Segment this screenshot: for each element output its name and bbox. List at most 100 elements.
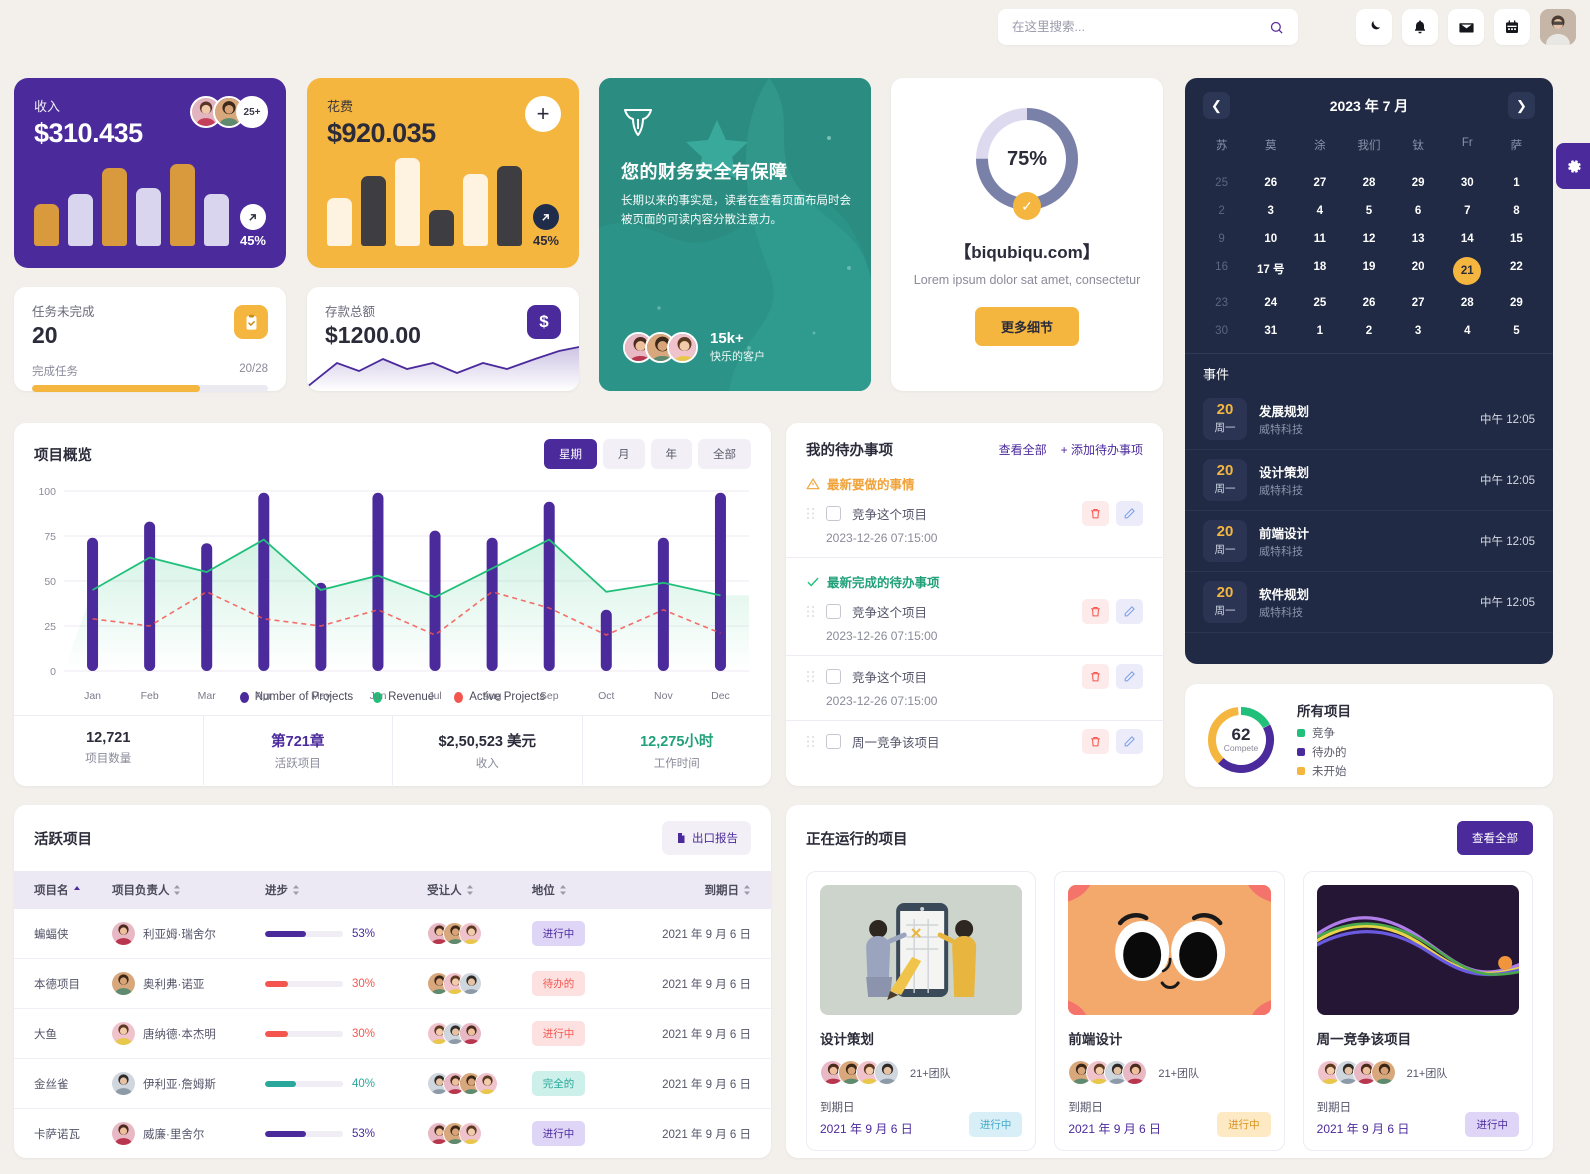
todo-delete-button[interactable] xyxy=(1082,729,1109,754)
calendar-day[interactable]: 29 xyxy=(1492,289,1541,317)
calendar-day[interactable]: 18 xyxy=(1295,253,1344,289)
calendar-day[interactable]: 29 xyxy=(1394,169,1443,197)
drag-handle-icon[interactable] xyxy=(806,605,815,618)
calendar-day[interactable]: 14 xyxy=(1443,225,1492,253)
calendar-day[interactable]: 17 号 xyxy=(1246,253,1295,289)
event-item[interactable]: 20 周一 软件规划 威特科技 中午 12:05 xyxy=(1185,572,1553,633)
calendar-day[interactable]: 22 xyxy=(1492,253,1541,289)
range-button-星期[interactable]: 星期 xyxy=(544,439,597,469)
todo-edit-button[interactable] xyxy=(1116,729,1143,754)
chevron-right-icon[interactable]: ❯ xyxy=(1507,92,1535,119)
export-report-button[interactable]: 出口报告 xyxy=(662,821,751,855)
gear-icon[interactable] xyxy=(1556,143,1590,189)
calendar-day[interactable]: 25 xyxy=(1197,169,1246,197)
running-project-card[interactable]: 前端设计 21+团队 到期日 2021 年 9 月 6 日 进行中 xyxy=(1054,871,1285,1151)
calendar-day[interactable]: 19 xyxy=(1344,253,1393,289)
avatar[interactable] xyxy=(1540,9,1576,45)
calendar-day[interactable]: 3 xyxy=(1394,317,1443,345)
search-icon[interactable] xyxy=(1269,20,1284,35)
drag-handle-icon[interactable] xyxy=(806,507,815,520)
todo-view-all-link[interactable]: 查看全部 xyxy=(999,441,1047,458)
calendar-day[interactable]: 11 xyxy=(1295,225,1344,253)
calendar-day[interactable]: 24 xyxy=(1246,289,1295,317)
table-column-5[interactable]: 到期日 xyxy=(611,871,771,909)
calendar-day[interactable]: 27 xyxy=(1295,169,1344,197)
calendar-day[interactable]: 4 xyxy=(1295,197,1344,225)
calendar-today[interactable]: 21 xyxy=(1453,257,1482,285)
calendar-day[interactable]: 25 xyxy=(1295,289,1344,317)
range-button-全部[interactable]: 全部 xyxy=(698,439,751,469)
table-column-3[interactable]: 受让人 xyxy=(427,871,532,909)
calendar-day[interactable]: 13 xyxy=(1394,225,1443,253)
calendar-day[interactable]: 28 xyxy=(1344,169,1393,197)
calendar-day[interactable]: 30 xyxy=(1443,169,1492,197)
calendar-day[interactable]: 28 xyxy=(1443,289,1492,317)
calendar-day[interactable]: 5 xyxy=(1492,317,1541,345)
calendar-day[interactable]: 16 xyxy=(1197,253,1246,289)
calendar-day[interactable]: 8 xyxy=(1492,197,1541,225)
bell-icon[interactable] xyxy=(1402,9,1438,45)
calendar-day[interactable]: 9 xyxy=(1197,225,1246,253)
calendar-day[interactable]: 21 xyxy=(1443,253,1492,289)
table-row[interactable]: 卡萨诺瓦 威廉·里舍尔 53% 进行中 2021 年 9 月 6 日 xyxy=(14,1109,771,1159)
calendar-day[interactable]: 1 xyxy=(1492,169,1541,197)
todo-add-link[interactable]: + 添加待办事项 xyxy=(1061,441,1143,458)
revenue-avatars[interactable]: 25+ xyxy=(190,96,268,128)
event-item[interactable]: 20 周一 前端设计 威特科技 中午 12:05 xyxy=(1185,511,1553,572)
todo-item[interactable]: 竞争这个项目 xyxy=(786,656,1163,689)
calendar-day[interactable]: 2 xyxy=(1197,197,1246,225)
calendar-day[interactable]: 3 xyxy=(1246,197,1295,225)
calendar-day[interactable]: 26 xyxy=(1246,169,1295,197)
todo-checkbox[interactable] xyxy=(826,669,841,684)
search-input[interactable] xyxy=(1012,20,1269,34)
todo-checkbox[interactable] xyxy=(826,604,841,619)
todo-delete-button[interactable] xyxy=(1082,501,1109,526)
calendar-day[interactable]: 7 xyxy=(1443,197,1492,225)
more-details-button[interactable]: 更多细节 xyxy=(974,307,1079,347)
calendar-day[interactable]: 12 xyxy=(1344,225,1393,253)
calendar-day[interactable]: 31 xyxy=(1246,317,1295,345)
table-row[interactable]: 蝙蝠侠 利亚姆·瑞舍尔 53% 进行中 2021 年 9 月 6 日 xyxy=(14,909,771,959)
todo-edit-button[interactable] xyxy=(1116,599,1143,624)
calendar-day[interactable]: 6 xyxy=(1394,197,1443,225)
calendar-day[interactable]: 30 xyxy=(1197,317,1246,345)
calendar-day[interactable]: 2 xyxy=(1344,317,1393,345)
table-column-0[interactable]: 项目名 xyxy=(14,871,112,909)
todo-item[interactable]: 竞争这个项目 xyxy=(786,591,1163,624)
todo-item[interactable]: 竞争这个项目 xyxy=(786,493,1163,526)
table-column-4[interactable]: 地位 xyxy=(532,871,611,909)
drag-handle-icon[interactable] xyxy=(806,670,815,683)
calendar-day[interactable]: 20 xyxy=(1394,253,1443,289)
todo-edit-button[interactable] xyxy=(1116,501,1143,526)
mail-icon[interactable] xyxy=(1448,9,1484,45)
calendar-day[interactable]: 1 xyxy=(1295,317,1344,345)
running-project-card[interactable]: 周一竞争该项目 21+团队 到期日 2021 年 9 月 6 日 进行中 xyxy=(1302,871,1533,1151)
table-row[interactable]: 金丝雀 伊利亚·詹姆斯 40% 完全的 2021 年 9 月 6 日 xyxy=(14,1058,771,1109)
table-column-1[interactable]: 项目负责人 xyxy=(112,871,265,909)
calendar-day[interactable]: 26 xyxy=(1344,289,1393,317)
search-box[interactable] xyxy=(998,9,1298,45)
calendar-day[interactable]: 4 xyxy=(1443,317,1492,345)
todo-edit-button[interactable] xyxy=(1116,664,1143,689)
range-button-年[interactable]: 年 xyxy=(650,439,692,469)
calendar-icon[interactable] xyxy=(1494,9,1530,45)
drag-handle-icon[interactable] xyxy=(806,735,815,748)
add-expense-button[interactable]: + xyxy=(525,96,561,132)
moon-icon[interactable] xyxy=(1356,9,1392,45)
table-row[interactable]: 本德项目 奥利弗·诺亚 30% 待办的 2021 年 9 月 6 日 xyxy=(14,958,771,1009)
calendar-day[interactable]: 23 xyxy=(1197,289,1246,317)
event-item[interactable]: 20 周一 设计策划 威特科技 中午 12:05 xyxy=(1185,450,1553,511)
calendar-day[interactable]: 27 xyxy=(1394,289,1443,317)
chevron-left-icon[interactable]: ❮ xyxy=(1203,92,1230,119)
calendar-day[interactable]: 5 xyxy=(1344,197,1393,225)
todo-checkbox[interactable] xyxy=(826,506,841,521)
range-button-月[interactable]: 月 xyxy=(603,439,645,469)
todo-item[interactable]: 周一竞争该项目 xyxy=(786,721,1163,754)
todo-delete-button[interactable] xyxy=(1082,599,1109,624)
table-column-2[interactable]: 进步 xyxy=(265,871,427,909)
table-row[interactable]: 大鱼 唐纳德·本杰明 30% 进行中 2021 年 9 月 6 日 xyxy=(14,1008,771,1059)
running-view-all-button[interactable]: 查看全部 xyxy=(1457,821,1533,855)
todo-checkbox[interactable] xyxy=(826,734,841,749)
todo-delete-button[interactable] xyxy=(1082,664,1109,689)
running-project-card[interactable]: 设计策划 21+团队 到期日 2021 年 9 月 6 日 进行中 xyxy=(806,871,1037,1151)
